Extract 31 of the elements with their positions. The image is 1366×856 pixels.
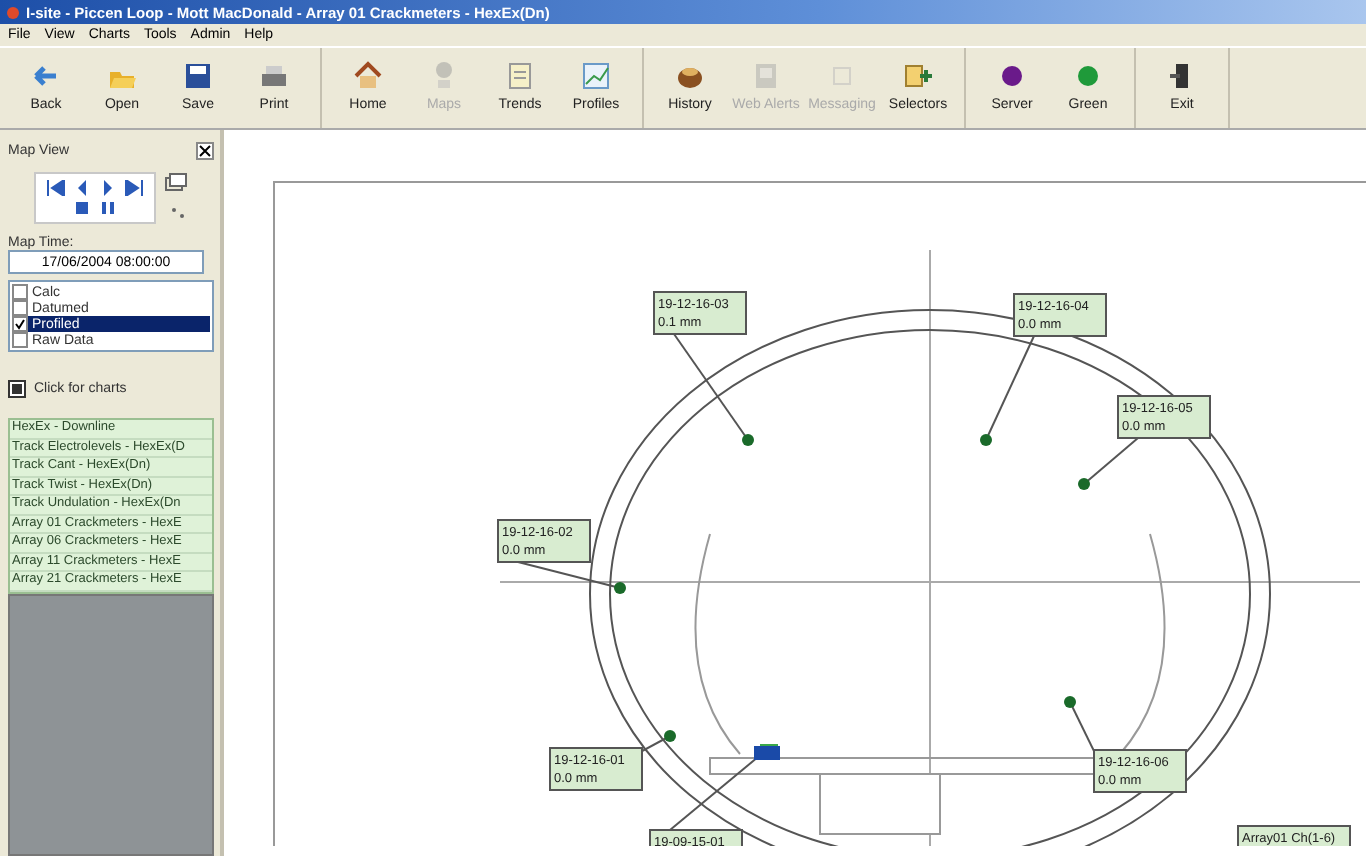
next-icon[interactable] <box>98 180 118 196</box>
leader-line <box>1083 437 1139 485</box>
app-icon <box>6 5 20 19</box>
alerts-icon <box>750 60 782 92</box>
sensor-marker[interactable] <box>1078 478 1090 490</box>
first-icon[interactable] <box>46 180 66 196</box>
save-icon <box>182 60 214 92</box>
home-icon <box>352 60 384 92</box>
leader-line <box>673 333 749 441</box>
sensor-marker[interactable] <box>742 434 754 446</box>
checkbox[interactable] <box>12 300 28 316</box>
selectors-icon <box>902 60 934 92</box>
profiles-icon <box>580 60 612 92</box>
pause-icon[interactable] <box>98 199 118 215</box>
checkbox[interactable] <box>8 380 26 398</box>
print-icon <box>258 60 290 92</box>
leader-line <box>985 335 1035 441</box>
sensor-marker[interactable] <box>980 434 992 446</box>
checkbox[interactable] <box>12 284 28 300</box>
last-icon[interactable] <box>124 180 144 196</box>
sensor-marker[interactable] <box>1064 696 1076 708</box>
checkbox[interactable] <box>12 332 28 348</box>
close-icon[interactable] <box>196 141 214 159</box>
chart-list[interactable] <box>8 418 214 593</box>
sensor-marker[interactable] <box>614 582 626 594</box>
playback-controls[interactable] <box>34 172 156 224</box>
checkbox[interactable] <box>12 316 28 332</box>
trends-icon <box>504 60 536 92</box>
sensor-marker[interactable] <box>754 746 780 760</box>
layers-icon[interactable] <box>164 172 188 224</box>
sensor-marker[interactable] <box>664 730 676 742</box>
